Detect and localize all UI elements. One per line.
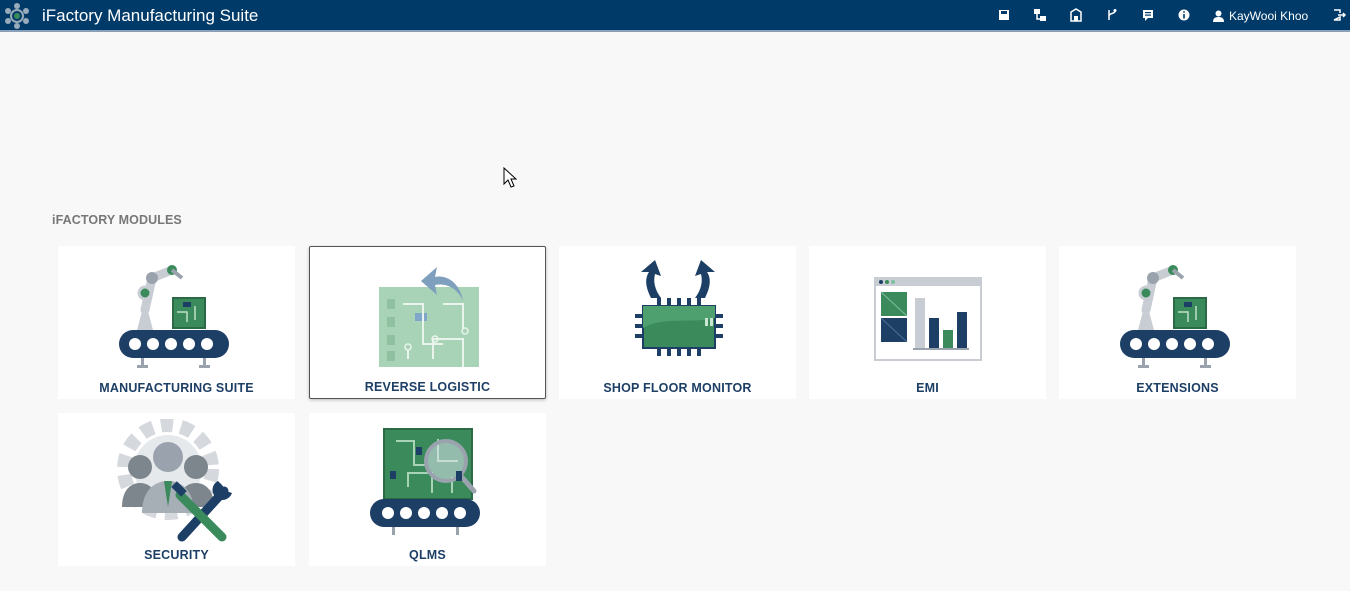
module-card-shop-floor-monitor[interactable]: SHOP FLOOR MONITOR: [559, 246, 796, 399]
circuit-board-return-icon: [378, 267, 479, 367]
mouse-cursor-icon: [503, 167, 517, 188]
module-card-security[interactable]: SECURITY: [58, 413, 295, 566]
module-card-reverse-logistic[interactable]: REVERSE LOGISTIC: [309, 246, 546, 399]
module-card-manufacturing-suite[interactable]: MANUFACTURING SUITE: [58, 246, 295, 399]
module-label: QLMS: [409, 548, 446, 562]
chip-arrows-icon: [634, 260, 723, 356]
top-navbar: iFactory Manufacturing Suite KayWooi Kho…: [0, 0, 1350, 32]
module-card-qlms[interactable]: QLMS: [309, 413, 546, 566]
module-card-emi[interactable]: EMI: [809, 246, 1046, 399]
user-name: KayWooi Khoo: [1229, 9, 1309, 23]
info-icon[interactable]: [1177, 8, 1191, 22]
dashboard-chart-icon: [873, 277, 982, 361]
sitemap-icon[interactable]: [1033, 8, 1047, 22]
section-title: iFACTORY MODULES: [52, 213, 182, 227]
user-icon: [1213, 10, 1224, 22]
module-label: SHOP FLOOR MONITOR: [603, 381, 752, 395]
module-label: EXTENSIONS: [1136, 381, 1219, 395]
app-logo-icon[interactable]: [4, 3, 30, 29]
users-gear-tools-icon: [116, 419, 232, 542]
robot-arm-conveyor-icon: [118, 265, 229, 368]
module-label: SECURITY: [144, 548, 209, 562]
module-label: MANUFACTURING SUITE: [99, 381, 254, 395]
message-icon[interactable]: [1141, 8, 1155, 22]
module-label: EMI: [916, 381, 939, 395]
board-inspection-icon: [369, 428, 480, 535]
module-label: REVERSE LOGISTIC: [364, 380, 491, 394]
branch-icon[interactable]: [1105, 8, 1119, 22]
building-icon[interactable]: [1069, 8, 1083, 22]
robot-arm-conveyor-icon: [1119, 265, 1230, 368]
module-card-extensions[interactable]: EXTENSIONS: [1059, 246, 1296, 399]
logout-icon[interactable]: [1332, 8, 1346, 22]
user-menu[interactable]: KayWooi Khoo: [1213, 8, 1308, 24]
app-title[interactable]: iFactory Manufacturing Suite: [42, 6, 258, 26]
save-icon[interactable]: [997, 8, 1011, 22]
